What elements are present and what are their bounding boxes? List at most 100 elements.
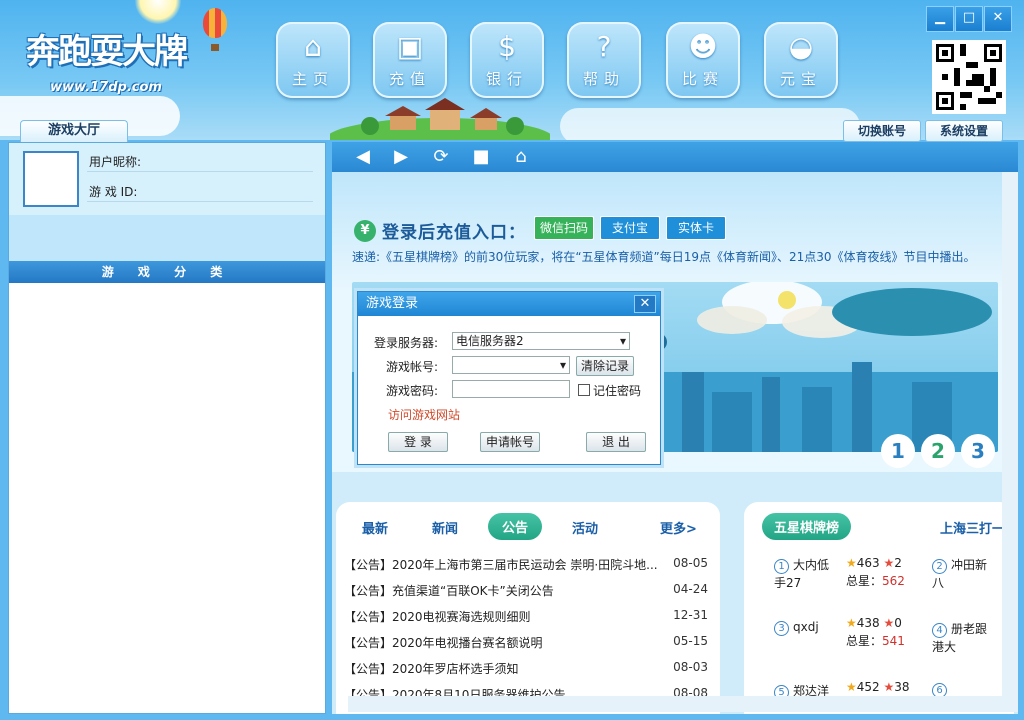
- wallet-icon: ▣: [396, 30, 424, 63]
- avatar: [23, 151, 79, 207]
- nav-match-label: 比赛: [681, 70, 724, 88]
- minimize-button[interactable]: ▁: [926, 6, 954, 32]
- account-label: 游戏帐号:: [386, 360, 439, 374]
- login-button[interactable]: 登 录: [388, 432, 448, 452]
- alipay-button[interactable]: 支付宝: [600, 216, 660, 240]
- password-input[interactable]: [452, 380, 570, 398]
- ranking-entry[interactable]: 6james19: [932, 682, 1002, 696]
- browser-toolbar: ◀ ▶ ⟳ ■ ⌂: [332, 142, 1018, 172]
- sun-decoration: [135, 0, 181, 24]
- yen-icon: ¥: [354, 220, 376, 242]
- nav-help-button[interactable]: ? 帮助: [567, 22, 641, 98]
- list-item[interactable]: 【公告】2020年电视播台赛名额说明 05-15: [344, 634, 708, 651]
- home-icon[interactable]: ⌂: [510, 146, 532, 168]
- nav-recharge-label: 充值: [388, 70, 431, 88]
- visit-website-link[interactable]: 访问游戏网站: [388, 406, 460, 423]
- game-id-label: 游 戏 ID:: [89, 185, 138, 199]
- ranking-entry[interactable]: 5 郑达洋: [774, 682, 834, 696]
- tab-notice[interactable]: 公告: [488, 513, 543, 540]
- back-arrow-icon[interactable]: ◀: [352, 146, 374, 168]
- banner-page-1[interactable]: 1: [881, 434, 915, 468]
- account-input[interactable]: ▾: [452, 356, 570, 374]
- list-item[interactable]: 【公告】2020年上海市第三届市民运动会 崇明·田院斗地... 08-05: [344, 556, 708, 573]
- wechat-pay-button[interactable]: 微信扫码: [534, 216, 594, 240]
- list-item[interactable]: 【公告】2020电视赛海选规则细则 12-31: [344, 608, 708, 625]
- nickname-label: 用户昵称:: [89, 155, 142, 169]
- clear-records-button[interactable]: 清除记录: [576, 356, 634, 376]
- ranking-entry[interactable]: 4 册老跟港大: [932, 620, 998, 655]
- news-ticker: 速递:《五星棋牌榜》的前30位玩家，将在“五星体育频道”每日19点《体育新闻》、…: [352, 250, 976, 264]
- password-label: 游戏密码:: [386, 384, 439, 398]
- user-info: 用户昵称: 游 戏 ID:: [9, 143, 325, 215]
- ingot-icon: ◒: [788, 30, 814, 63]
- server-select[interactable]: 电信服务器2 ▾: [452, 332, 630, 350]
- nav-recharge-button[interactable]: ▣ 充值: [373, 22, 447, 98]
- login-dialog: 游戏登录 ✕ 登录服务器: 电信服务器2 ▾ 游戏帐号: ▾ 清除记录 游戏密码:…: [357, 291, 661, 465]
- banner-page-3[interactable]: 3: [961, 434, 995, 468]
- ranking-entry[interactable]: 2 冲田新八: [932, 556, 998, 591]
- chevron-down-icon: ▾: [559, 358, 566, 372]
- news-more-link[interactable]: 更多>: [660, 518, 697, 537]
- ranking-total: 总星：541: [846, 634, 905, 648]
- recharge-title: 登录后充值入口：: [382, 223, 526, 243]
- app-logo: 奔跑耍大牌: [26, 32, 188, 72]
- divider: [87, 201, 313, 202]
- vertical-scrollbar[interactable]: [1002, 172, 1018, 712]
- bank-icon: $: [498, 30, 516, 63]
- horizontal-scrollbar[interactable]: [348, 696, 1018, 712]
- left-panel: 用户昵称: 游 戏 ID: 游 戏 分 类: [8, 142, 326, 714]
- header: 奔跑耍大牌 www.17dp.com ⌂ 主页 ▣ 充值 $ 银行 ? 帮助 ☻…: [0, 0, 1024, 140]
- nav-ingot-button[interactable]: ◒ 元宝: [764, 22, 838, 98]
- app-logo-url: www.17dp.com: [50, 80, 162, 95]
- tab-latest[interactable]: 最新: [362, 518, 388, 537]
- dialog-close-button[interactable]: ✕: [634, 295, 656, 313]
- nav-home-label: 主页: [291, 70, 334, 88]
- village-decoration: [330, 98, 550, 140]
- chevron-down-icon: ▾: [619, 334, 626, 348]
- ranking-stars: ★452 ★38: [846, 680, 910, 694]
- ranking-title: 五星棋牌榜: [762, 513, 852, 540]
- refresh-icon[interactable]: ⟳: [430, 146, 452, 168]
- user-info-band: [9, 215, 325, 261]
- remember-password-label: 记住密码: [593, 384, 642, 398]
- tab-activity[interactable]: 活动: [572, 518, 598, 537]
- divider: [87, 171, 313, 172]
- list-item[interactable]: 【公告】2020年8月10日服务器维护公告 08-08: [344, 686, 708, 696]
- nav-match-button[interactable]: ☻ 比赛: [666, 22, 740, 98]
- list-item[interactable]: 【公告】充值渠道“百联OK卡”关闭公告 04-24: [344, 582, 708, 599]
- server-label: 登录服务器:: [374, 336, 439, 350]
- game-category-header: 游 戏 分 类: [9, 261, 325, 283]
- maximize-button[interactable]: □: [955, 6, 983, 32]
- balloon-icon: [203, 8, 227, 38]
- nav-bank-button[interactable]: $ 银行: [470, 22, 544, 98]
- system-settings-button[interactable]: 系统设置: [925, 120, 1003, 142]
- card-button[interactable]: 实体卡: [666, 216, 726, 240]
- exit-button[interactable]: 退 出: [586, 432, 646, 452]
- ranking-link[interactable]: 上海三打一: [940, 518, 1005, 537]
- banner-page-2[interactable]: 2: [921, 434, 955, 468]
- nav-help-label: 帮助: [582, 70, 625, 88]
- list-item[interactable]: 【公告】2020年罗店杯选手须知 08-03: [344, 660, 708, 677]
- remember-password-checkbox[interactable]: [578, 384, 590, 396]
- home-icon: ⌂: [304, 30, 322, 63]
- balloon-basket-icon: [211, 44, 219, 51]
- qr-code: [932, 40, 1006, 114]
- ranking-stars: ★463 ★2: [846, 556, 902, 570]
- nav-home-button[interactable]: ⌂ 主页: [276, 22, 350, 98]
- ranking-entry[interactable]: 1 大内低手27: [774, 556, 834, 591]
- stop-icon[interactable]: ■: [470, 146, 492, 168]
- ranking-stars: ★438 ★0: [846, 616, 902, 630]
- tab-game-hall[interactable]: 游戏大厅: [20, 120, 128, 142]
- tab-news[interactable]: 新闻: [432, 518, 458, 537]
- nav-bank-label: 银行: [485, 70, 528, 88]
- help-icon: ?: [596, 30, 612, 63]
- dialog-title: 游戏登录: [358, 292, 660, 316]
- ranking-total: 总星：562: [846, 574, 905, 588]
- users-icon: ☻: [688, 30, 718, 63]
- switch-account-button[interactable]: 切换账号: [843, 120, 921, 142]
- register-button[interactable]: 申请帐号: [480, 432, 540, 452]
- nav-ingot-label: 元宝: [779, 70, 822, 88]
- ranking-entry[interactable]: 3 qxdj: [774, 620, 834, 636]
- forward-arrow-icon[interactable]: ▶: [390, 146, 412, 168]
- close-button[interactable]: ✕: [984, 6, 1012, 32]
